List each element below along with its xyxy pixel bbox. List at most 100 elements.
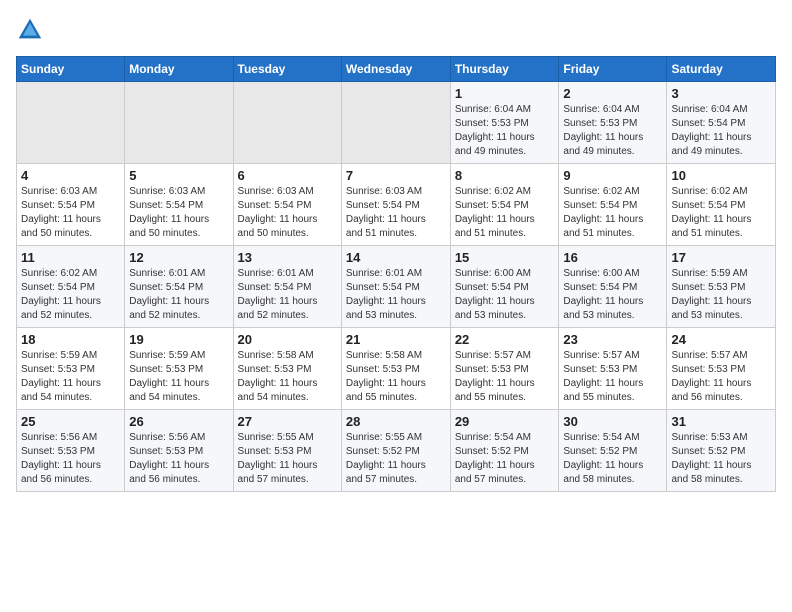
calendar-cell: 19Sunrise: 5:59 AM Sunset: 5:53 PM Dayli… <box>125 328 233 410</box>
logo <box>16 16 48 44</box>
day-info: Sunrise: 6:03 AM Sunset: 5:54 PM Dayligh… <box>21 185 120 241</box>
calendar-cell: 26 Sunrise: 5:56 AM Sunset: 5:53 PM Dayli… <box>125 410 233 492</box>
day-header-tuesday: Tuesday <box>233 57 341 82</box>
day-info: Sunrise: 5:59 AM Sunset: 5:53 PM Dayligh… <box>21 349 120 405</box>
day-header-monday: Monday <box>125 57 233 82</box>
calendar-cell: 4 Sunrise: 6:03 AM Sunset: 5:54 PM Daylig… <box>17 164 125 246</box>
calendar-week-row: 4 Sunrise: 6:03 AM Sunset: 5:54 PM Daylig… <box>17 164 776 246</box>
day-info: Sunrise: 6:04 AM Sunset: 5:54 PM Dayligh… <box>671 103 771 159</box>
calendar-cell: 20 Sunrise: 5:58 AM Sunset: 5:53 PM Dayli… <box>233 328 341 410</box>
day-number: 19 <box>129 332 228 347</box>
day-number: 11 <box>21 250 120 265</box>
day-info: Sunrise: 5:57 AM Sunset: 5:53 PM Dayligh… <box>563 349 662 405</box>
day-info: Sunrise: 6:00 AM Sunset: 5:54 PM Dayligh… <box>563 267 662 323</box>
calendar-header-row: SundayMondayTuesdayWednesdayThursdayFrid… <box>17 57 776 82</box>
day-number: 25 <box>21 414 120 429</box>
day-info: Sunrise: 6:04 AM Sunset: 5:53 PM Dayligh… <box>455 103 555 159</box>
day-info: Sunrise: 6:01 AM Sunset: 5:54 PM Dayligh… <box>238 267 337 323</box>
day-number: 17 <box>671 250 771 265</box>
day-number: 13 <box>238 250 337 265</box>
day-header-thursday: Thursday <box>450 57 559 82</box>
calendar-cell: 16 Sunrise: 6:00 AM Sunset: 5:54 PM Dayli… <box>559 246 667 328</box>
day-number: 24 <box>671 332 771 347</box>
calendar-cell: 12Sunrise: 6:01 AM Sunset: 5:54 PM Dayli… <box>125 246 233 328</box>
day-number: 7 <box>346 168 446 183</box>
day-number: 2 <box>563 86 662 101</box>
day-info: Sunrise: 6:03 AM Sunset: 5:54 PM Dayligh… <box>238 185 337 241</box>
calendar-cell: 9 Sunrise: 6:02 AM Sunset: 5:54 PM Daylig… <box>559 164 667 246</box>
calendar-cell: 5 Sunrise: 6:03 AM Sunset: 5:54 PM Daylig… <box>125 164 233 246</box>
calendar-cell: 13 Sunrise: 6:01 AM Sunset: 5:54 PM Dayli… <box>233 246 341 328</box>
day-info: Sunrise: 5:58 AM Sunset: 5:53 PM Dayligh… <box>346 349 446 405</box>
day-number: 4 <box>21 168 120 183</box>
calendar-cell: 10 Sunrise: 6:02 AM Sunset: 5:54 PM Dayli… <box>667 164 776 246</box>
day-number: 12 <box>129 250 228 265</box>
calendar-week-row: 18 Sunrise: 5:59 AM Sunset: 5:53 PM Dayli… <box>17 328 776 410</box>
day-info: Sunrise: 5:55 AM Sunset: 5:52 PM Dayligh… <box>346 431 446 487</box>
day-info: Sunrise: 6:02 AM Sunset: 5:54 PM Dayligh… <box>21 267 120 323</box>
day-info: Sunrise: 6:04 AM Sunset: 5:53 PM Dayligh… <box>563 103 662 159</box>
day-info: Sunrise: 6:00 AM Sunset: 5:54 PM Dayligh… <box>455 267 555 323</box>
day-number: 18 <box>21 332 120 347</box>
calendar-cell: 22Sunrise: 5:57 AM Sunset: 5:53 PM Dayli… <box>450 328 559 410</box>
calendar-cell: 25 Sunrise: 5:56 AM Sunset: 5:53 PM Dayli… <box>17 410 125 492</box>
calendar-week-row: 11 Sunrise: 6:02 AM Sunset: 5:54 PM Dayli… <box>17 246 776 328</box>
day-number: 30 <box>563 414 662 429</box>
calendar-cell: 31Sunrise: 5:53 AM Sunset: 5:52 PM Dayli… <box>667 410 776 492</box>
calendar-cell: 7Sunrise: 6:03 AM Sunset: 5:54 PM Daylig… <box>341 164 450 246</box>
day-info: Sunrise: 6:01 AM Sunset: 5:54 PM Dayligh… <box>346 267 446 323</box>
calendar-cell <box>125 82 233 164</box>
calendar-cell: 18 Sunrise: 5:59 AM Sunset: 5:53 PM Dayli… <box>17 328 125 410</box>
page-header <box>16 16 776 44</box>
day-number: 23 <box>563 332 662 347</box>
day-header-friday: Friday <box>559 57 667 82</box>
calendar-cell <box>233 82 341 164</box>
day-info: Sunrise: 5:56 AM Sunset: 5:53 PM Dayligh… <box>129 431 228 487</box>
day-info: Sunrise: 6:02 AM Sunset: 5:54 PM Dayligh… <box>455 185 555 241</box>
day-number: 26 <box>129 414 228 429</box>
calendar-cell <box>17 82 125 164</box>
calendar-cell: 24 Sunrise: 5:57 AM Sunset: 5:53 PM Dayli… <box>667 328 776 410</box>
day-info: Sunrise: 5:57 AM Sunset: 5:53 PM Dayligh… <box>455 349 555 405</box>
calendar-cell: 11 Sunrise: 6:02 AM Sunset: 5:54 PM Dayli… <box>17 246 125 328</box>
calendar-cell: 17 Sunrise: 5:59 AM Sunset: 5:53 PM Dayli… <box>667 246 776 328</box>
calendar-cell: 8 Sunrise: 6:02 AM Sunset: 5:54 PM Daylig… <box>450 164 559 246</box>
day-number: 16 <box>563 250 662 265</box>
day-info: Sunrise: 5:58 AM Sunset: 5:53 PM Dayligh… <box>238 349 337 405</box>
day-number: 15 <box>455 250 555 265</box>
day-info: Sunrise: 6:02 AM Sunset: 5:54 PM Dayligh… <box>563 185 662 241</box>
day-number: 10 <box>671 168 771 183</box>
day-info: Sunrise: 5:54 AM Sunset: 5:52 PM Dayligh… <box>455 431 555 487</box>
day-number: 20 <box>238 332 337 347</box>
calendar-cell: 14Sunrise: 6:01 AM Sunset: 5:54 PM Dayli… <box>341 246 450 328</box>
calendar-cell: 23 Sunrise: 5:57 AM Sunset: 5:53 PM Dayli… <box>559 328 667 410</box>
day-number: 8 <box>455 168 555 183</box>
day-header-sunday: Sunday <box>17 57 125 82</box>
calendar-cell: 28 Sunrise: 5:55 AM Sunset: 5:52 PM Dayli… <box>341 410 450 492</box>
day-number: 27 <box>238 414 337 429</box>
day-info: Sunrise: 6:02 AM Sunset: 5:54 PM Dayligh… <box>671 185 771 241</box>
day-info: Sunrise: 5:55 AM Sunset: 5:53 PM Dayligh… <box>238 431 337 487</box>
day-number: 6 <box>238 168 337 183</box>
calendar-cell: 3 Sunrise: 6:04 AM Sunset: 5:54 PM Daylig… <box>667 82 776 164</box>
calendar-cell: 15 Sunrise: 6:00 AM Sunset: 5:54 PM Dayli… <box>450 246 559 328</box>
calendar-cell: 1 Sunrise: 6:04 AM Sunset: 5:53 PM Daylig… <box>450 82 559 164</box>
day-number: 9 <box>563 168 662 183</box>
day-number: 29 <box>455 414 555 429</box>
day-info: Sunrise: 5:59 AM Sunset: 5:53 PM Dayligh… <box>671 267 771 323</box>
day-number: 1 <box>455 86 555 101</box>
day-number: 5 <box>129 168 228 183</box>
calendar-week-row: 1 Sunrise: 6:04 AM Sunset: 5:53 PM Daylig… <box>17 82 776 164</box>
calendar-cell: 2 Sunrise: 6:04 AM Sunset: 5:53 PM Daylig… <box>559 82 667 164</box>
calendar-cell: 30 Sunrise: 5:54 AM Sunset: 5:52 PM Dayli… <box>559 410 667 492</box>
day-info: Sunrise: 5:57 AM Sunset: 5:53 PM Dayligh… <box>671 349 771 405</box>
day-info: Sunrise: 5:54 AM Sunset: 5:52 PM Dayligh… <box>563 431 662 487</box>
day-number: 28 <box>346 414 446 429</box>
day-header-saturday: Saturday <box>667 57 776 82</box>
calendar-cell: 27 Sunrise: 5:55 AM Sunset: 5:53 PM Dayli… <box>233 410 341 492</box>
day-info: Sunrise: 5:56 AM Sunset: 5:53 PM Dayligh… <box>21 431 120 487</box>
day-info: Sunrise: 6:03 AM Sunset: 5:54 PM Dayligh… <box>129 185 228 241</box>
day-number: 21 <box>346 332 446 347</box>
day-number: 3 <box>671 86 771 101</box>
logo-icon <box>16 16 44 44</box>
